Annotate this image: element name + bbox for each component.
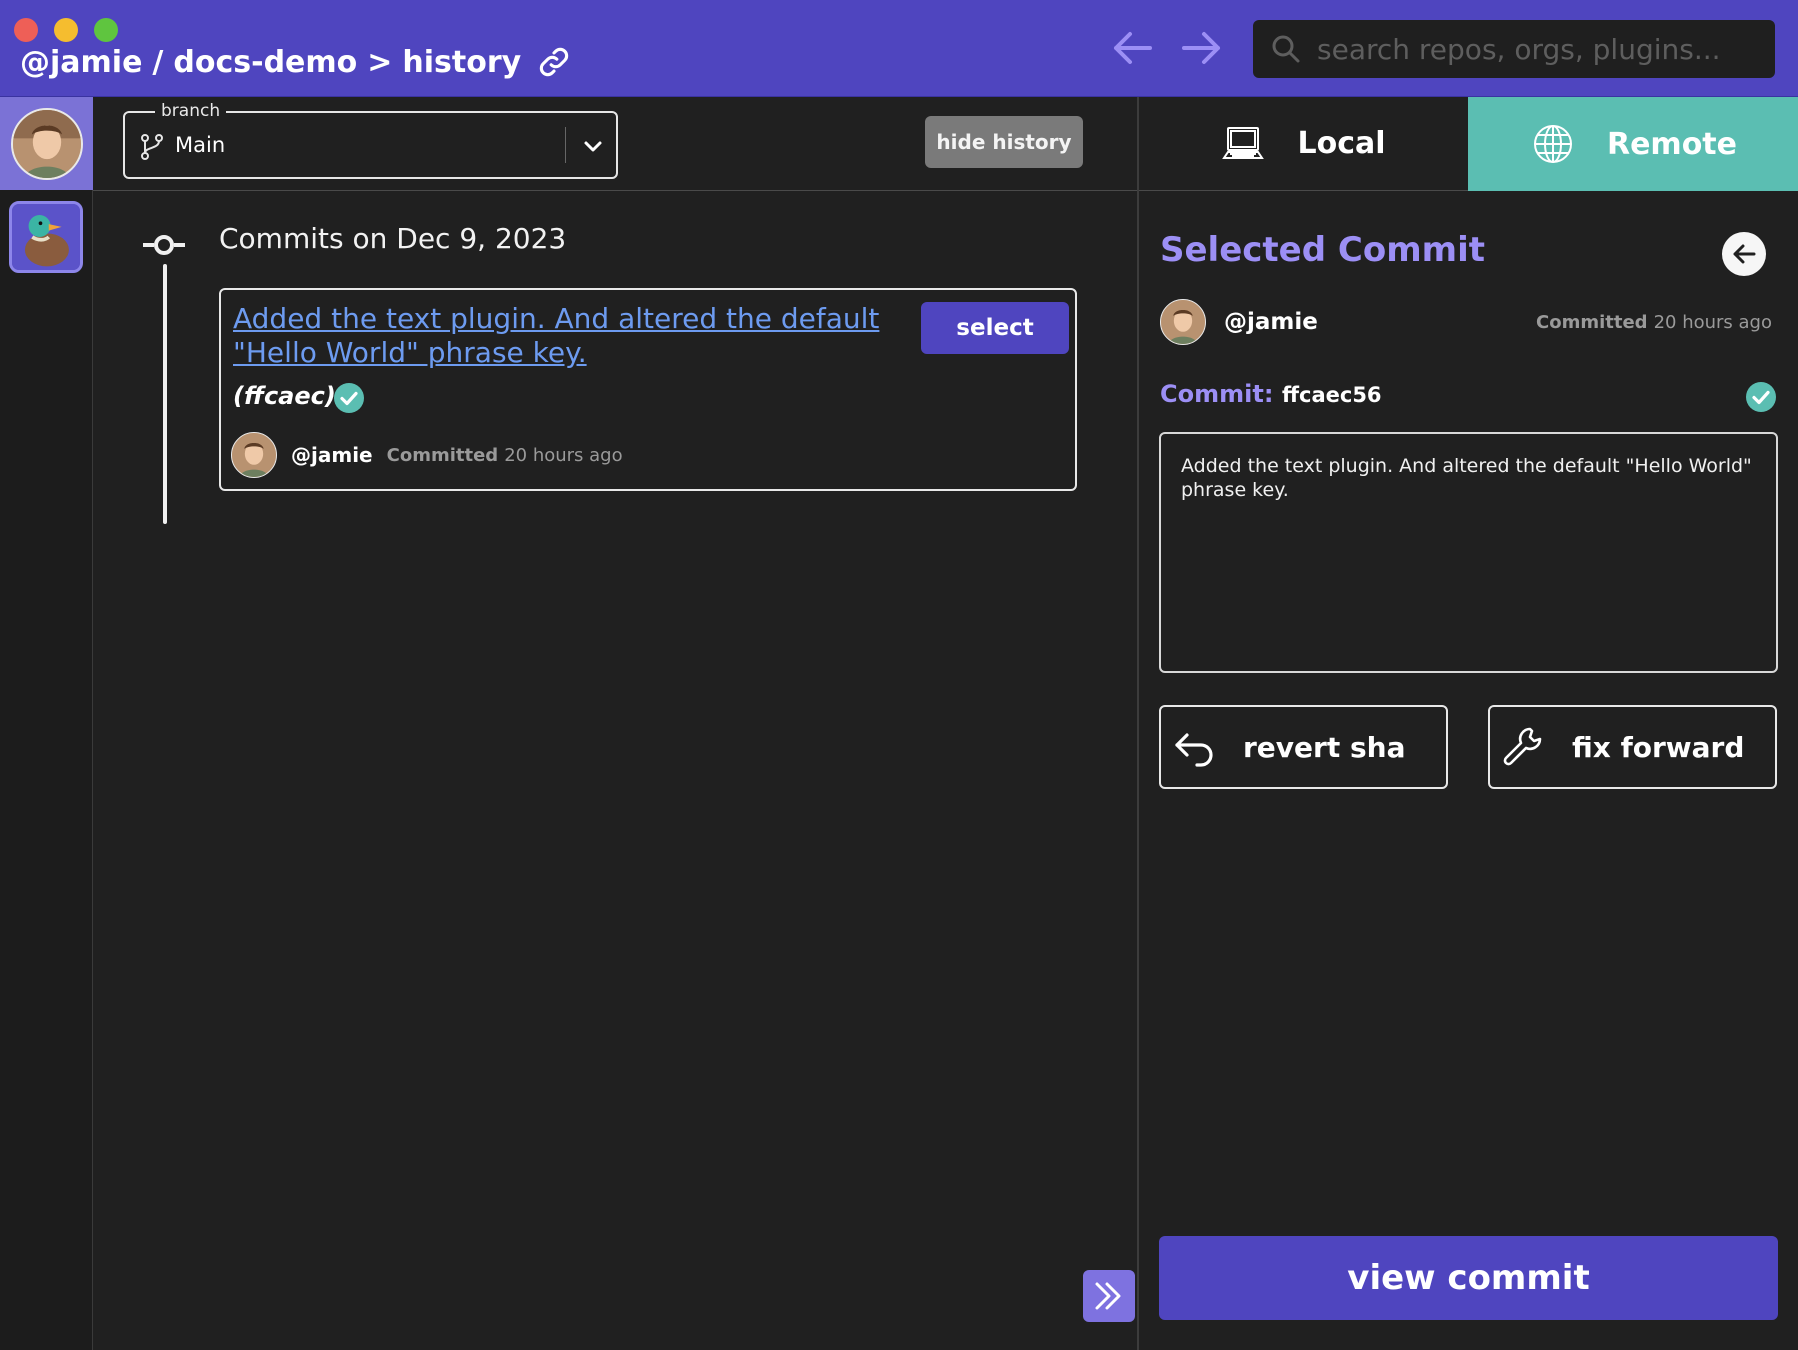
commit-message-box[interactable]: Added the text plugin. And altered the d… [1159,432,1778,673]
selected-commit-heading: Selected Commit [1160,230,1485,270]
git-branch-icon [141,134,163,160]
search-input[interactable] [1317,32,1757,66]
commit-sha-label: Commit: [1160,380,1274,408]
author-name: @jamie [291,443,373,467]
commit-history-pane: Commits on Dec 9, 2023 Added the text pl… [93,192,1137,1350]
avatar-image [1161,300,1205,344]
duck-icon [12,204,80,270]
breadcrumb-separator: / [152,44,164,80]
title-bar: @jamie / docs-demo > history [0,0,1798,97]
expand-panel-button[interactable] [1083,1270,1135,1322]
breadcrumb-page: history [402,44,522,80]
commit-node-icon [143,235,185,255]
branch-value: Main [175,133,226,157]
arrow-left-icon [1733,244,1756,264]
globe-icon [1533,125,1572,163]
check-circle-icon [334,383,364,413]
maximize-window-button[interactable] [94,18,118,42]
select-commit-button[interactable]: select [921,302,1069,354]
selected-commit-time: Committed 20 hours ago [1536,312,1772,333]
tab-local[interactable]: Local [1139,97,1468,191]
branch-divider [565,127,566,163]
commit-sha-value: ffcaec56 [1282,383,1382,407]
close-panel-button[interactable] [1722,232,1766,276]
author-avatar [231,432,277,478]
app-window: @jamie / docs-demo > history search repo… [0,0,1798,1350]
committed-label: Committed [1536,312,1648,333]
forward-arrow-icon[interactable] [1178,28,1224,68]
avatar-image [12,109,81,178]
chevron-down-icon[interactable] [580,133,606,159]
tab-local-label: Local [1297,126,1386,161]
view-commit-button[interactable]: view commit [1159,1236,1778,1320]
commit-time: 20 hours ago [1653,312,1772,333]
revert-sha-label: revert sha [1243,731,1406,764]
search-icon [1272,35,1300,63]
commit-group-heading: Commits on Dec 9, 2023 [219,222,567,255]
search-bar[interactable] [1253,20,1775,78]
breadcrumb-user[interactable]: @jamie [20,45,142,80]
commit-title-link[interactable]: Added the text plugin. And altered the d… [233,302,883,370]
back-arrow-icon[interactable] [1110,28,1156,68]
selected-commit-author: @jamie [1160,299,1318,345]
link-icon[interactable] [537,45,571,79]
commit-author-row: @jamie Committed 20 hours ago [231,432,623,478]
check-circle-icon [1746,382,1776,412]
laptop-icon [1222,126,1265,159]
avatar-image [232,433,276,477]
undo-arrow-icon [1175,733,1213,767]
close-window-button[interactable] [14,18,38,42]
author-name: @jamie [1224,309,1318,335]
left-rail [0,97,93,1350]
user-avatar-slot[interactable] [0,97,93,190]
commit-sha-short: (ffcaec) [233,382,336,410]
history-toolbar: branch Main hide history [93,97,1137,191]
selected-commit-panel: Local Remote Selected Commit @jamie Comm… [1137,97,1798,1350]
branch-select[interactable]: branch Main [123,101,618,179]
breadcrumb-arrow: > [367,44,393,80]
breadcrumb: @jamie / docs-demo > history [20,40,571,84]
commit-time: 20 hours ago [504,444,623,466]
committed-label: Committed [386,444,499,466]
fix-forward-button[interactable]: fix forward [1488,705,1777,789]
minimize-window-button[interactable] [54,18,78,42]
repo-duck-icon[interactable] [9,201,83,273]
fix-forward-label: fix forward [1572,731,1745,764]
commit-card: Added the text plugin. And altered the d… [219,288,1077,491]
breadcrumb-repo[interactable]: docs-demo [173,45,357,80]
hide-history-button[interactable]: hide history [925,116,1083,168]
revert-sha-button[interactable]: revert sha [1159,705,1448,789]
user-avatar[interactable] [10,107,83,180]
author-avatar [1160,299,1206,345]
branch-legend: branch [155,101,227,121]
tab-remote[interactable]: Remote [1468,97,1798,191]
timeline-line [163,264,167,524]
tab-remote-label: Remote [1606,126,1737,162]
double-chevron-right-icon [1095,1282,1121,1310]
wrench-icon [1503,727,1542,766]
